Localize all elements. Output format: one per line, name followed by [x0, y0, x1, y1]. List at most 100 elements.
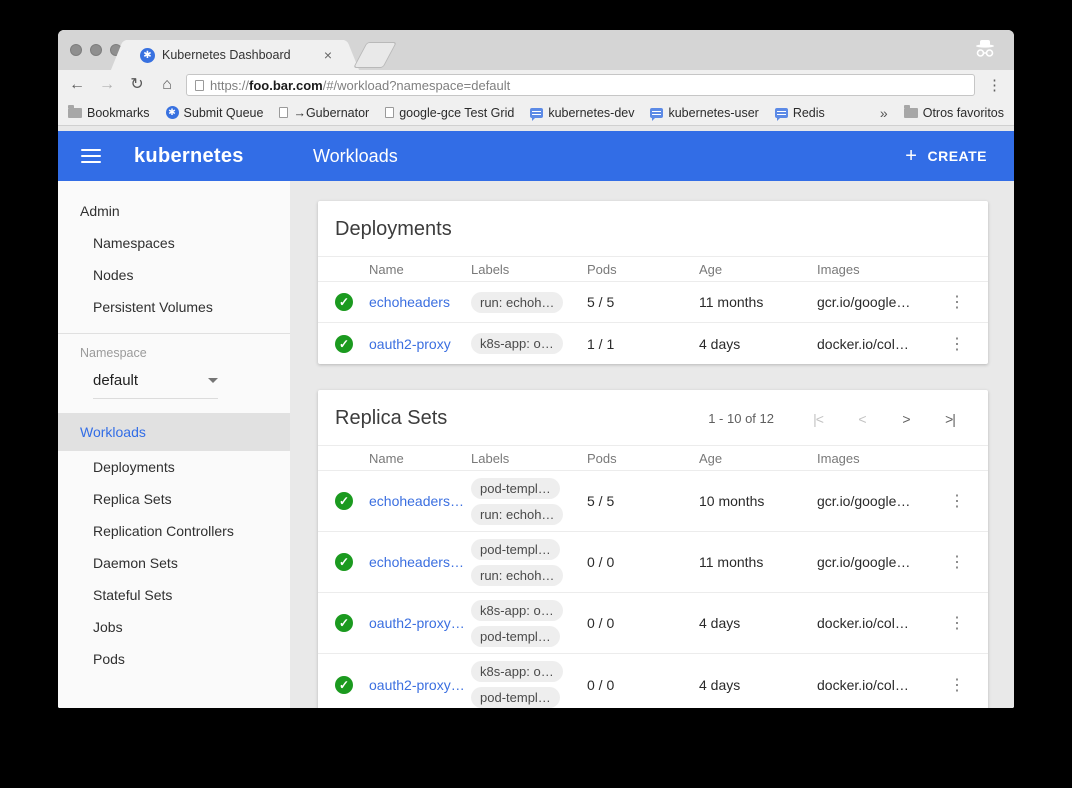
row-menu-icon[interactable]: ⋮: [942, 552, 972, 572]
images-cell: gcr.io/google…: [817, 493, 942, 509]
kubernetes-logo: kubernetes: [134, 145, 244, 168]
col-name: Name: [369, 451, 471, 466]
table-row[interactable]: ✓ oauth2-proxy… k8s-app: o… pod-templ… 0…: [318, 593, 988, 654]
sidebar-item-replica-sets[interactable]: Replica Sets: [58, 483, 290, 515]
bookmark-bookmarks-folder[interactable]: Bookmarks: [68, 106, 150, 120]
url-host: foo.bar.com: [249, 78, 323, 93]
bookmark-gubernator[interactable]: →Gubernator: [279, 106, 369, 120]
col-images: Images: [817, 262, 942, 277]
sidebar-item-jobs[interactable]: Jobs: [58, 611, 290, 643]
resource-link[interactable]: echoheaders…: [369, 493, 471, 509]
bookmark-submit-queue[interactable]: ✱ Submit Queue: [166, 106, 264, 120]
create-button[interactable]: + CREATE: [905, 145, 987, 168]
table-row[interactable]: ✓ echoheaders run: echoh… 5 / 5 11 month…: [318, 282, 988, 323]
namespace-select[interactable]: default: [93, 372, 218, 399]
col-labels: Labels: [471, 451, 587, 466]
sidebar-item-admin[interactable]: Admin: [58, 195, 290, 227]
sidebar-item-workloads[interactable]: Workloads: [58, 413, 290, 451]
last-page-icon[interactable]: >|: [928, 411, 972, 427]
resource-link[interactable]: oauth2-proxy: [369, 336, 471, 352]
minimize-window-button[interactable]: [90, 44, 102, 56]
resource-link[interactable]: echoheaders…: [369, 554, 471, 570]
menu-hamburger-icon[interactable]: [81, 149, 101, 163]
url-text: https://foo.bar.com/#/workload?namespace…: [210, 78, 510, 93]
chat-icon: [650, 108, 663, 118]
sidebar-item-daemon-sets[interactable]: Daemon Sets: [58, 547, 290, 579]
replica-sets-card: Replica Sets 1 - 10 of 12 |< < > >| Name…: [318, 390, 988, 708]
resource-link[interactable]: oauth2-proxy…: [369, 677, 471, 693]
address-bar[interactable]: https://foo.bar.com/#/workload?namespace…: [186, 74, 975, 96]
col-pods: Pods: [587, 451, 699, 466]
sidebar-item-stateful-sets[interactable]: Stateful Sets: [58, 579, 290, 611]
back-button[interactable]: ←: [66, 77, 88, 93]
images-cell: docker.io/col…: [817, 677, 942, 693]
pagination-range: 1 - 10 of 12: [708, 411, 774, 426]
first-page-icon[interactable]: |<: [796, 411, 840, 427]
sidebar-item-deployments[interactable]: Deployments: [58, 451, 290, 483]
label-chip: run: echoh…: [471, 504, 563, 525]
home-button[interactable]: ⌂: [156, 77, 178, 93]
label-chip: k8s-app: o…: [471, 661, 563, 682]
bookmark-google-gce-test-grid[interactable]: google-gce Test Grid: [385, 106, 514, 120]
row-menu-icon[interactable]: ⋮: [942, 675, 972, 695]
browser-window: ✱ Kubernetes Dashboard × ← → ↻ ⌂ https:/…: [58, 30, 1014, 708]
table-row[interactable]: ✓ echoheaders… pod-templ… run: echoh… 0 …: [318, 532, 988, 593]
sidebar-item-namespaces[interactable]: Namespaces: [58, 227, 290, 259]
label-chip: pod-templ…: [471, 687, 560, 708]
age-cell: 11 months: [699, 554, 817, 570]
age-cell: 10 months: [699, 493, 817, 509]
label-chip: run: echoh…: [471, 565, 563, 586]
close-window-button[interactable]: [70, 44, 82, 56]
resource-link[interactable]: echoheaders: [369, 294, 471, 310]
table-row[interactable]: ✓ echoheaders… pod-templ… run: echoh… 5 …: [318, 471, 988, 532]
row-menu-icon[interactable]: ⋮: [942, 292, 972, 312]
bookmarks-overflow-chevron[interactable]: »: [880, 105, 888, 121]
kubernetes-favicon-icon: ✱: [140, 48, 155, 63]
row-menu-icon[interactable]: ⋮: [942, 613, 972, 633]
row-menu-icon[interactable]: ⋮: [942, 334, 972, 354]
page-title: Workloads: [313, 146, 398, 167]
browser-tab[interactable]: ✱ Kubernetes Dashboard ×: [126, 40, 344, 70]
pods-cell: 5 / 5: [587, 294, 699, 310]
previous-page-icon[interactable]: <: [840, 411, 884, 427]
table-header: Name Labels Pods Age Images: [318, 256, 988, 282]
chat-icon: [530, 108, 543, 118]
pods-cell: 0 / 0: [587, 677, 699, 693]
status-ok-icon: ✓: [335, 614, 353, 632]
col-name: Name: [369, 262, 471, 277]
tab-title: Kubernetes Dashboard: [162, 48, 322, 62]
sidebar-item-nodes[interactable]: Nodes: [58, 259, 290, 291]
url-scheme: https://: [210, 78, 249, 93]
reload-button[interactable]: ↻: [126, 77, 148, 93]
page-icon: [195, 80, 204, 91]
table-row[interactable]: ✓ oauth2-proxy… k8s-app: o… pod-templ… 0…: [318, 654, 988, 708]
page-icon: [279, 107, 288, 118]
sidebar-item-persistent-volumes[interactable]: Persistent Volumes: [58, 291, 290, 323]
sidebar-item-pods[interactable]: Pods: [58, 643, 290, 675]
bookmark-kubernetes-dev[interactable]: kubernetes-dev: [530, 106, 634, 120]
table-row[interactable]: ✓ oauth2-proxy k8s-app: o… 1 / 1 4 days …: [318, 323, 988, 364]
status-ok-icon: ✓: [335, 293, 353, 311]
bookmark-otros-favoritos-folder[interactable]: Otros favoritos: [904, 106, 1004, 120]
bookmark-redis[interactable]: Redis: [775, 106, 825, 120]
pods-cell: 1 / 1: [587, 336, 699, 352]
tab-strip: ✱ Kubernetes Dashboard ×: [58, 30, 1014, 70]
pods-cell: 0 / 0: [587, 615, 699, 631]
images-cell: gcr.io/google…: [817, 294, 942, 310]
browser-menu-icon[interactable]: ⋮: [983, 76, 1006, 94]
age-cell: 11 months: [699, 294, 817, 310]
next-page-icon[interactable]: >: [884, 411, 928, 427]
card-title: Replica Sets: [335, 407, 447, 430]
resource-link[interactable]: oauth2-proxy…: [369, 615, 471, 631]
tab-close-icon[interactable]: ×: [322, 47, 334, 63]
status-ok-icon: ✓: [335, 676, 353, 694]
sidebar-item-replication-controllers[interactable]: Replication Controllers: [58, 515, 290, 547]
pods-cell: 0 / 0: [587, 554, 699, 570]
images-cell: gcr.io/google…: [817, 554, 942, 570]
row-menu-icon[interactable]: ⋮: [942, 491, 972, 511]
bookmark-kubernetes-user[interactable]: kubernetes-user: [650, 106, 758, 120]
namespace-label: Namespace: [58, 346, 290, 360]
pods-cell: 5 / 5: [587, 493, 699, 509]
new-tab-button[interactable]: [353, 42, 397, 68]
forward-button[interactable]: →: [96, 77, 118, 93]
